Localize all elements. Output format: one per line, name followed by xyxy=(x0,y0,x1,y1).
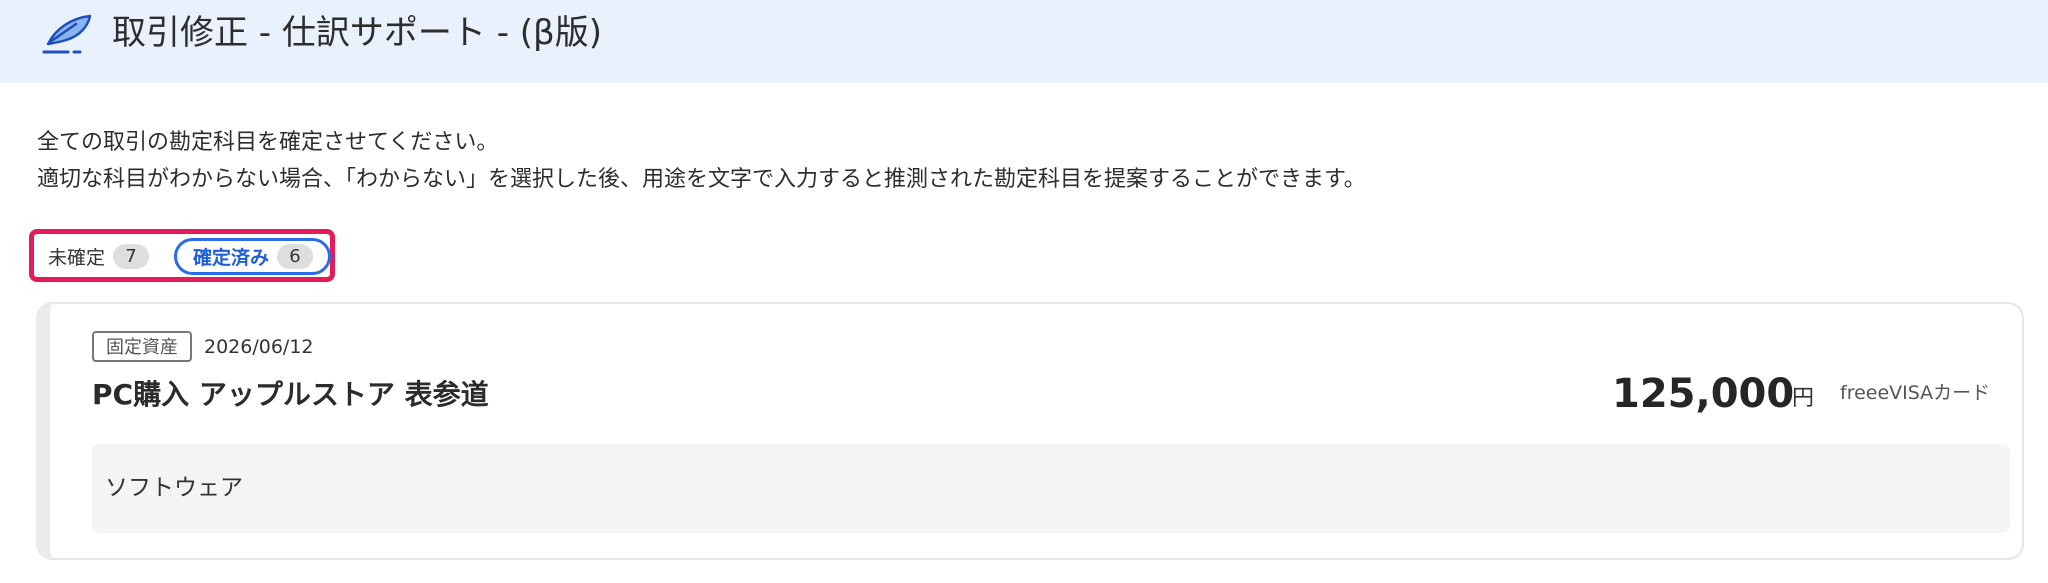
tab-unconfirmed-count: 7 xyxy=(113,244,150,269)
account-value: ソフトウェア xyxy=(105,475,243,501)
transaction-card[interactable]: 固定資産 2026/06/12 PC購入 アップルストア 表参道 125,000… xyxy=(36,302,2024,560)
tab-confirmed[interactable]: 確定済み 6 xyxy=(174,238,331,275)
tab-confirmed-count: 6 xyxy=(277,244,314,269)
quill-pen-icon xyxy=(42,14,92,54)
instruction-line-1: 全ての取引の勘定科目を確定させてください。 xyxy=(37,130,499,155)
transaction-title: PC購入 アップルストア 表参道 xyxy=(92,378,489,411)
account-field[interactable]: ソフトウェア xyxy=(92,444,2010,533)
tab-unconfirmed-label: 未確定 xyxy=(48,247,106,269)
instructions: 全ての取引の勘定科目を確定させてください。 適切な科目がわからない場合、「わから… xyxy=(37,124,1366,198)
app-header: 取引修正 - 仕訳サポート - (β版) xyxy=(0,0,2048,83)
tab-unconfirmed[interactable]: 未確定 7 xyxy=(48,238,150,275)
category-tag: 固定資産 xyxy=(92,331,192,362)
transaction-amount: 125,000 xyxy=(1612,371,1795,417)
tab-confirmed-label: 確定済み xyxy=(193,247,270,269)
page-title: 取引修正 - 仕訳サポート - (β版) xyxy=(112,13,602,53)
transaction-date: 2026/06/12 xyxy=(204,336,314,358)
instruction-line-2: 適切な科目がわからない場合、「わからない」を選択した後、用途を文字で入力すると推… xyxy=(37,167,1366,192)
currency-label: 円 xyxy=(1792,386,1815,411)
payment-source: freeeVISAカード xyxy=(1840,382,1991,404)
